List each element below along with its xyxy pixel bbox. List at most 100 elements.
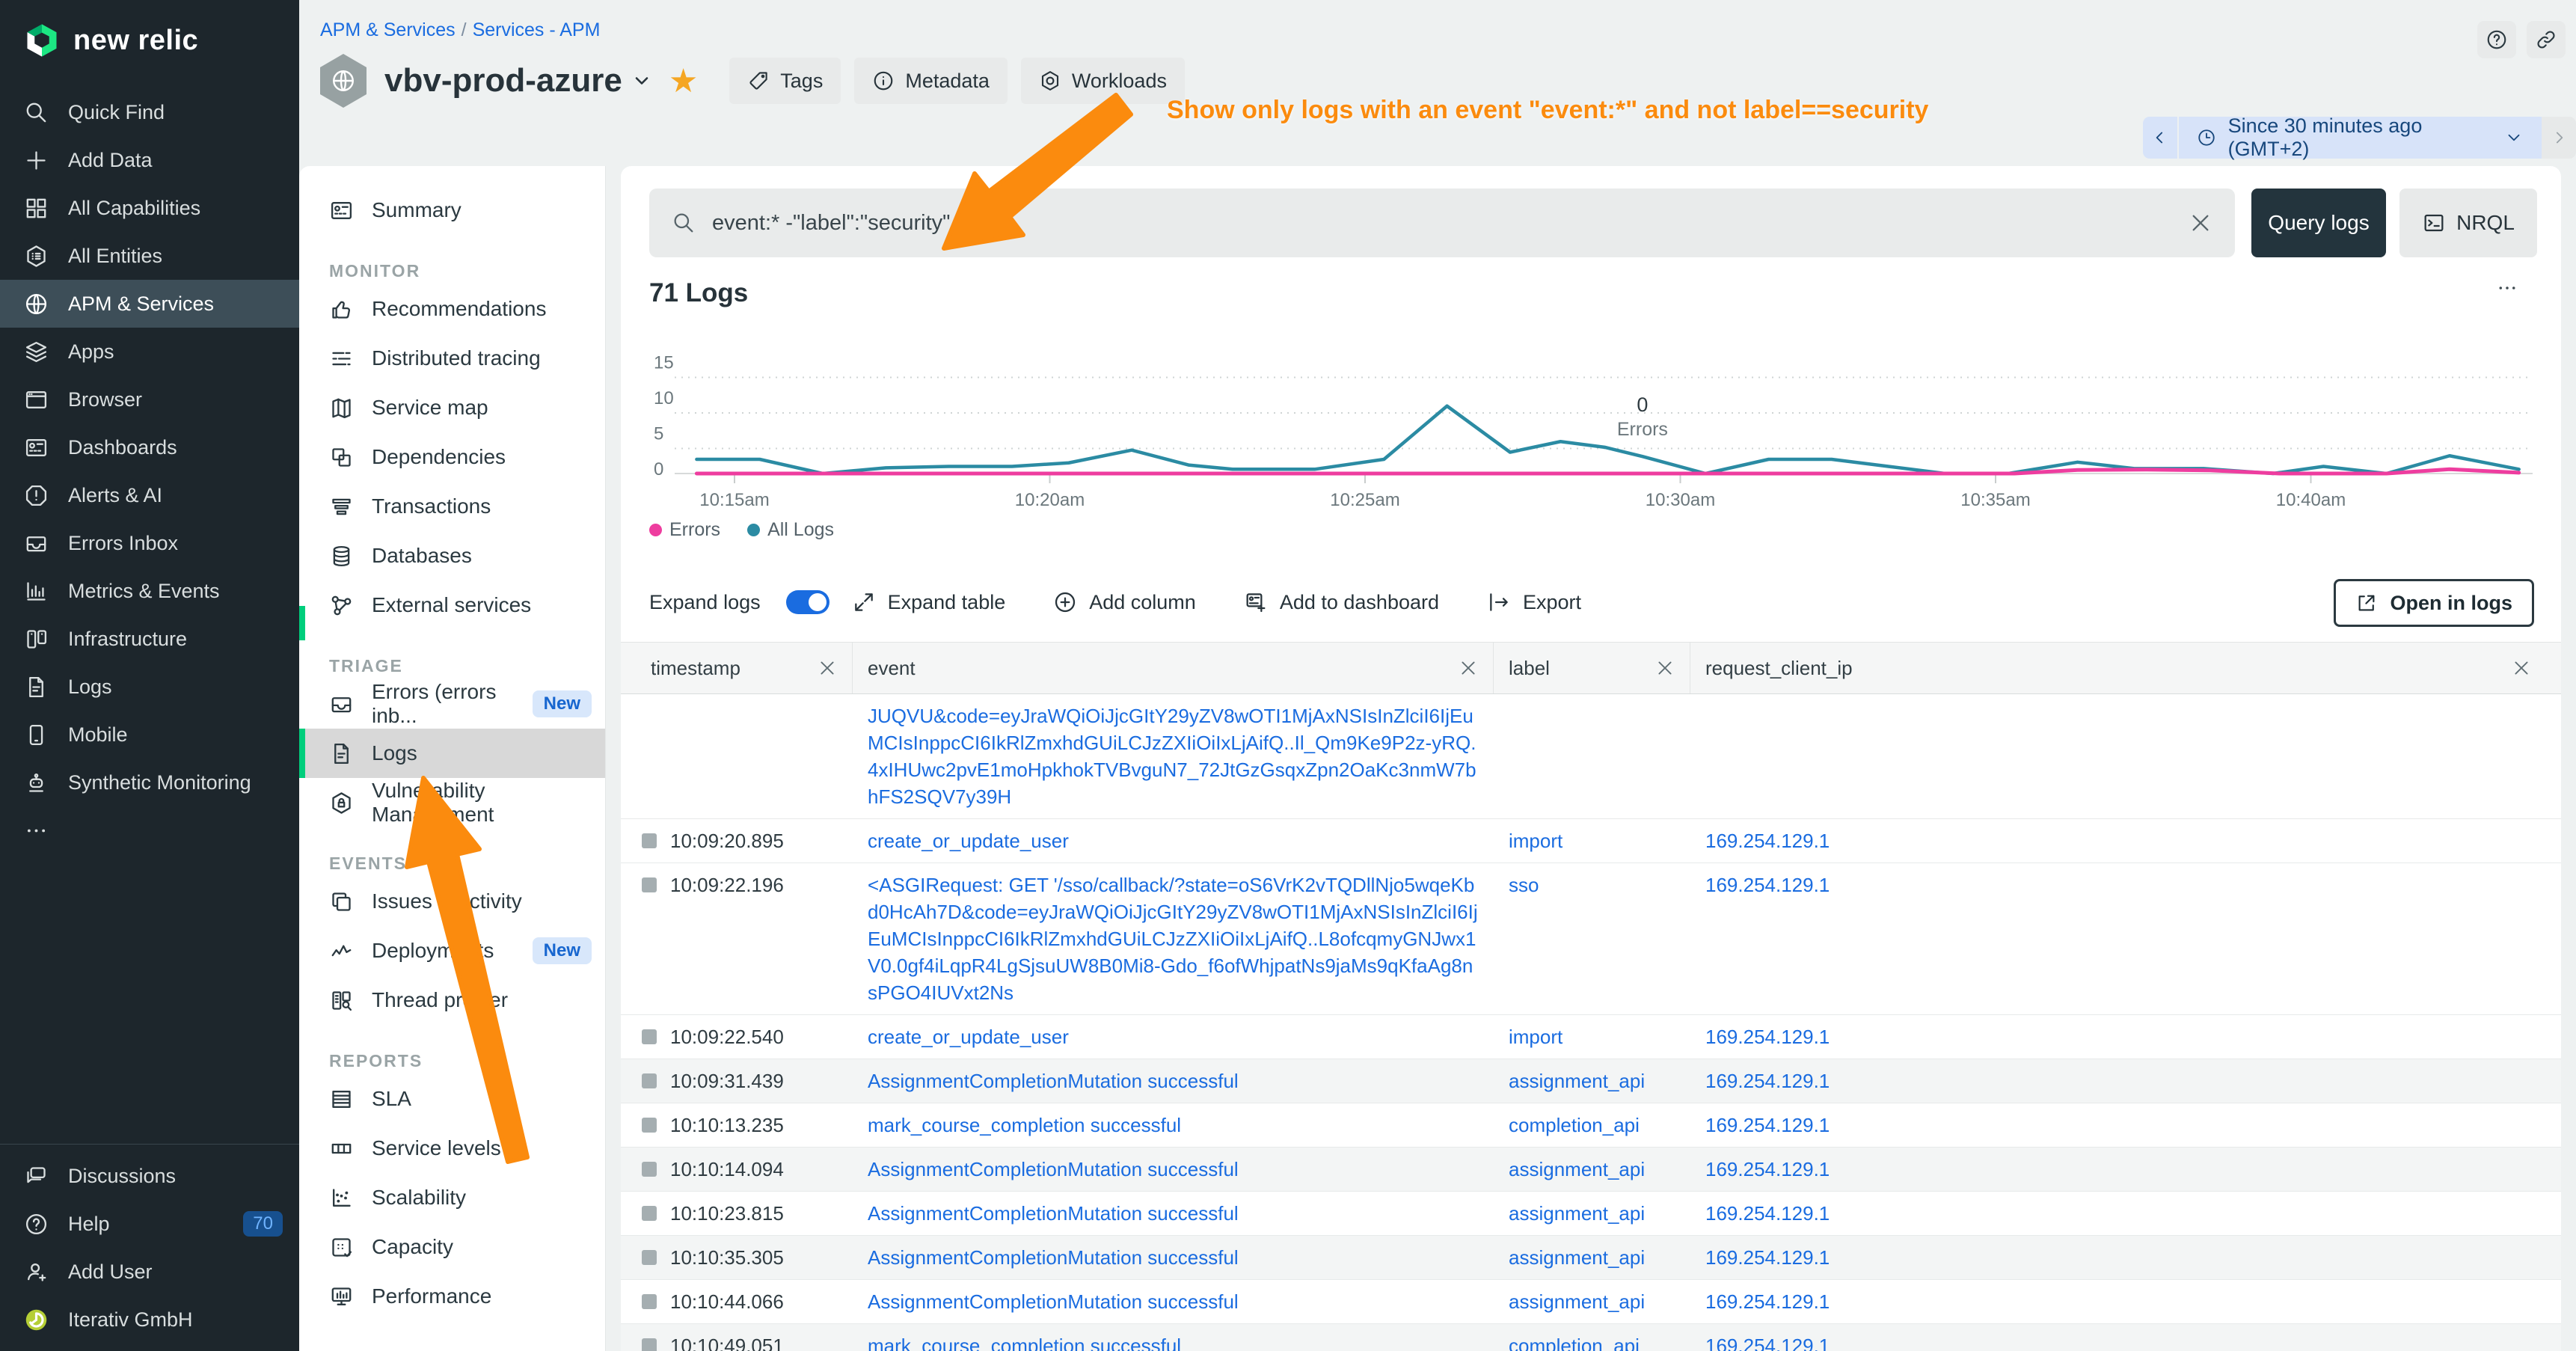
- table-row[interactable]: JUQVU&code=eyJraWQiOiJjcGItY29yZV8wOTI1M…: [621, 694, 2561, 819]
- subnav-item-external-services[interactable]: External services: [299, 580, 605, 630]
- cell-event-link[interactable]: <ASGIRequest: GET '/sso/callback/?state=…: [853, 871, 1494, 1006]
- subnav-item-transactions[interactable]: Transactions: [299, 482, 605, 531]
- subnav-item-service-levels[interactable]: Service levels: [299, 1124, 605, 1173]
- cell-event-link[interactable]: mark_course_completion successful: [853, 1332, 1494, 1351]
- row-checkbox[interactable]: [642, 833, 657, 848]
- cell-request-client-ip-link[interactable]: 169.254.129.1: [1690, 827, 2561, 854]
- table-row[interactable]: 10:09:22.196<ASGIRequest: GET '/sso/call…: [621, 863, 2561, 1015]
- cell-event-link[interactable]: AssignmentCompletionMutation successful: [853, 1067, 1494, 1094]
- legend-item-errors[interactable]: Errors: [649, 519, 720, 541]
- row-checkbox[interactable]: [642, 1162, 657, 1177]
- permalink-button[interactable]: [2527, 21, 2566, 58]
- sidebar-item-dashboards[interactable]: Dashboards: [0, 423, 299, 471]
- cell-label-link[interactable]: completion_api: [1494, 1332, 1690, 1351]
- sidebar-item-all-entities[interactable]: All Entities: [0, 232, 299, 280]
- sidebar-footer-iterativ-gmbh[interactable]: Iterativ GmbH: [0, 1296, 299, 1344]
- cell-request-client-ip-link[interactable]: 169.254.129.1: [1690, 1156, 2561, 1183]
- sidebar-item-errors-inbox[interactable]: Errors Inbox: [0, 519, 299, 567]
- row-checkbox[interactable]: [642, 1338, 657, 1351]
- sidebar-footer-discussions[interactable]: Discussions: [0, 1152, 299, 1200]
- column-close-icon[interactable]: [2512, 658, 2531, 678]
- table-row[interactable]: 10:10:49.051mark_course_completion succe…: [621, 1324, 2561, 1351]
- cell-label-link[interactable]: completion_api: [1494, 1112, 1690, 1139]
- sidebar-item-all-capabilities[interactable]: All Capabilities: [0, 184, 299, 232]
- subnav-item-logs[interactable]: Logs: [299, 729, 605, 778]
- sidebar-item-more[interactable]: [0, 806, 299, 854]
- nav-scrollbar-thumb[interactable]: [299, 606, 305, 640]
- column-header-label[interactable]: label: [1494, 643, 1690, 693]
- clear-query-icon[interactable]: [2189, 211, 2212, 235]
- cell-label-link[interactable]: assignment_api: [1494, 1288, 1690, 1315]
- row-checkbox[interactable]: [642, 877, 657, 892]
- sidebar-item-logs[interactable]: Logs: [0, 663, 299, 711]
- sidebar-item-apm-services[interactable]: APM & Services: [0, 280, 299, 328]
- cell-request-client-ip-link[interactable]: 169.254.129.1: [1690, 1332, 2561, 1351]
- cell-event-link[interactable]: mark_course_completion successful: [853, 1112, 1494, 1139]
- breadcrumb-link-services[interactable]: Services - APM: [473, 19, 601, 40]
- cell-event-link[interactable]: JUQVU&code=eyJraWQiOiJjcGItY29yZV8wOTI1M…: [853, 702, 1494, 810]
- workloads-button[interactable]: Workloads: [1021, 58, 1185, 104]
- cell-event-link[interactable]: AssignmentCompletionMutation successful: [853, 1244, 1494, 1271]
- table-row[interactable]: 10:10:44.066AssignmentCompletionMutation…: [621, 1280, 2561, 1324]
- subnav-item-dependencies[interactable]: Dependencies: [299, 432, 605, 482]
- table-row[interactable]: 10:10:35.305AssignmentCompletionMutation…: [621, 1236, 2561, 1280]
- open-in-logs-button[interactable]: Open in logs: [2334, 579, 2534, 627]
- subnav-item-performance[interactable]: Performance: [299, 1272, 605, 1321]
- sidebar-item-synthetic-monitoring[interactable]: Synthetic Monitoring: [0, 759, 299, 806]
- subnav-item-errors-errors-inb-[interactable]: Errors (errors inb...New: [299, 679, 605, 729]
- table-row[interactable]: 10:10:23.815AssignmentCompletionMutation…: [621, 1192, 2561, 1236]
- add-column-button[interactable]: Add column: [1053, 590, 1196, 614]
- cell-request-client-ip-link[interactable]: 169.254.129.1: [1690, 1200, 2561, 1227]
- sidebar-item-add-data[interactable]: Add Data: [0, 136, 299, 184]
- column-header-request_client_ip[interactable]: request_client_ip: [1690, 643, 2561, 693]
- help-button[interactable]: [2477, 21, 2516, 58]
- column-close-icon[interactable]: [818, 658, 837, 678]
- cell-request-client-ip-link[interactable]: [1690, 702, 2561, 810]
- sidebar-item-browser[interactable]: Browser: [0, 376, 299, 423]
- row-checkbox[interactable]: [642, 1118, 657, 1133]
- column-close-icon[interactable]: [1459, 658, 1478, 678]
- row-checkbox[interactable]: [642, 1294, 657, 1309]
- expand-logs-toggle[interactable]: [786, 590, 829, 614]
- table-row[interactable]: 10:10:13.235mark_course_completion succe…: [621, 1103, 2561, 1148]
- cell-request-client-ip-link[interactable]: 169.254.129.1: [1690, 1067, 2561, 1094]
- time-back-button[interactable]: [2143, 117, 2179, 159]
- subnav-item-scalability[interactable]: Scalability: [299, 1173, 605, 1222]
- sidebar-footer-add-user[interactable]: Add User: [0, 1248, 299, 1296]
- cell-label-link[interactable]: assignment_api: [1494, 1244, 1690, 1271]
- cell-label-link[interactable]: sso: [1494, 871, 1690, 1006]
- sidebar-item-apps[interactable]: Apps: [0, 328, 299, 376]
- more-options-icon[interactable]: [2491, 277, 2524, 299]
- logs-chart[interactable]: 05101510:15am10:20am10:25am10:30am10:35a…: [649, 337, 2533, 521]
- column-header-timestamp[interactable]: timestamp: [621, 643, 853, 693]
- cell-event-link[interactable]: AssignmentCompletionMutation successful: [853, 1200, 1494, 1227]
- sidebar-item-infrastructure[interactable]: Infrastructure: [0, 615, 299, 663]
- subnav-item-summary[interactable]: Summary: [299, 186, 605, 235]
- cell-label-link[interactable]: assignment_api: [1494, 1200, 1690, 1227]
- time-forward-button[interactable]: [2542, 117, 2576, 159]
- subnav-item-recommendations[interactable]: Recommendations: [299, 284, 605, 334]
- subnav-item-sla[interactable]: SLA: [299, 1074, 605, 1124]
- legend-item-all-logs[interactable]: All Logs: [747, 519, 834, 541]
- metadata-button[interactable]: Metadata: [854, 58, 1008, 104]
- cell-event-link[interactable]: AssignmentCompletionMutation successful: [853, 1288, 1494, 1315]
- cell-label-link[interactable]: [1494, 702, 1690, 810]
- sidebar-item-mobile[interactable]: Mobile: [0, 711, 299, 759]
- cell-event-link[interactable]: create_or_update_user: [853, 827, 1494, 854]
- subnav-item-databases[interactable]: Databases: [299, 531, 605, 580]
- column-header-event[interactable]: event: [853, 643, 1494, 693]
- cell-label-link[interactable]: import: [1494, 1023, 1690, 1050]
- cell-request-client-ip-link[interactable]: 169.254.129.1: [1690, 1244, 2561, 1271]
- row-checkbox[interactable]: [642, 1073, 657, 1088]
- nrql-button[interactable]: NRQL: [2399, 189, 2537, 257]
- subnav-item-vulnerability-management[interactable]: Vulnerability Management: [299, 778, 605, 827]
- expand-table-button[interactable]: Expand table: [852, 590, 1006, 614]
- cell-label-link[interactable]: assignment_api: [1494, 1067, 1690, 1094]
- table-row[interactable]: 10:10:14.094AssignmentCompletionMutation…: [621, 1148, 2561, 1192]
- subnav-item-service-map[interactable]: Service map: [299, 383, 605, 432]
- row-checkbox[interactable]: [642, 1029, 657, 1044]
- sidebar-item-alerts-ai[interactable]: Alerts & AI: [0, 471, 299, 519]
- sidebar-item-quick-find[interactable]: Quick Find: [0, 88, 299, 136]
- tags-button[interactable]: Tags: [729, 58, 841, 104]
- export-button[interactable]: Export: [1487, 590, 1581, 614]
